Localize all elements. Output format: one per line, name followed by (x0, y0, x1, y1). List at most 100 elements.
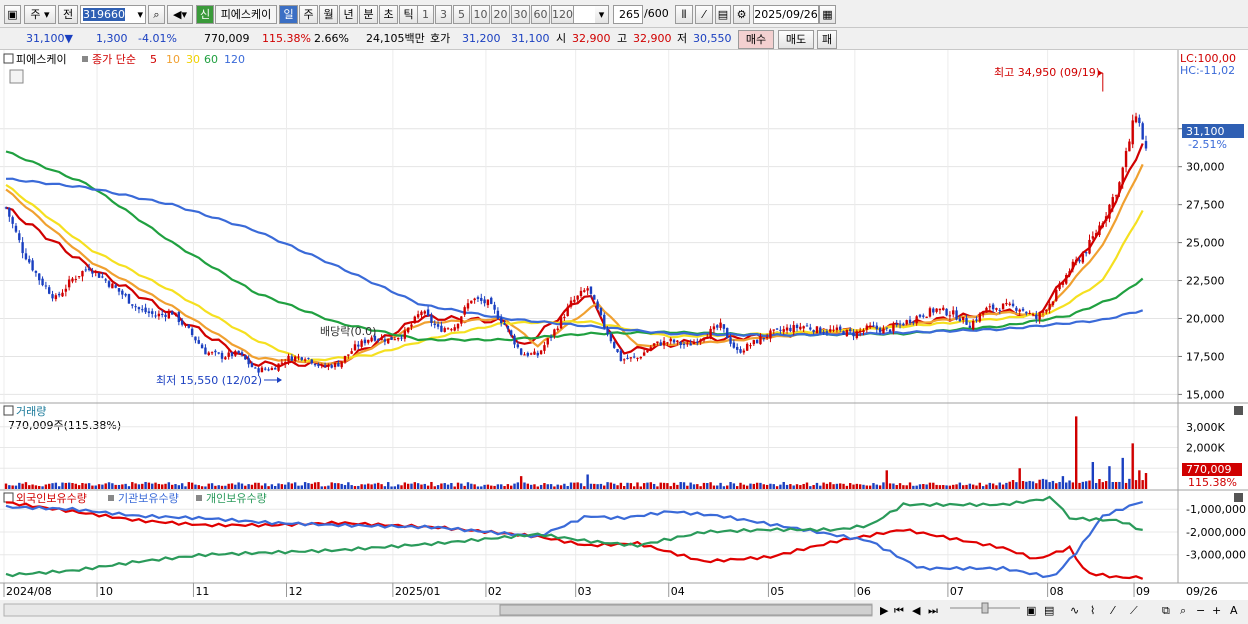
chart-menu-icon[interactable]: ▣ (4, 5, 21, 24)
x-tick-label: 10 (99, 585, 113, 598)
grid-toggle-icon[interactable] (9, 69, 24, 84)
volume-bar (739, 482, 742, 489)
period-tab-0[interactable]: 일 (279, 5, 298, 24)
volume-bar (1101, 482, 1104, 489)
candle-body (848, 329, 852, 332)
candle-body (553, 329, 556, 336)
volume-bar (513, 483, 516, 489)
zoom-handle[interactable] (981, 602, 989, 614)
stock-chart: 피에스케이 종가 단순 5 10 30 60 120 LC:100,00 HC:… (0, 50, 1248, 621)
volume-bar (323, 486, 327, 489)
interval-tab-60[interactable]: 60 (531, 5, 550, 24)
volume-bar (1025, 481, 1028, 489)
period-tab-3[interactable]: 년 (339, 5, 358, 24)
scroll-thumb[interactable] (499, 604, 873, 616)
interval-tab-3[interactable]: 3 (435, 5, 452, 24)
interval-tab-10[interactable]: 10 (471, 5, 490, 24)
scroll-right-icon[interactable]: ▶ (880, 604, 889, 617)
volume-bar (377, 482, 380, 489)
candle-body (124, 294, 127, 296)
candle-body (230, 352, 234, 357)
volume-bar (463, 485, 466, 489)
scroll-end-icon[interactable]: ⏭ (928, 604, 938, 617)
candle-body (646, 350, 649, 353)
interval-tab-30[interactable]: 30 (511, 5, 530, 24)
volume-close-icon[interactable] (1234, 406, 1243, 415)
chart-type-icon[interactable]: ▣ (1026, 604, 1036, 617)
period-tab-5[interactable]: 초 (379, 5, 398, 24)
candle-body (104, 279, 107, 281)
x-tick-label: 12 (289, 585, 303, 598)
scatter-icon[interactable]: ⌇ (1090, 604, 1095, 617)
candle-body (639, 357, 643, 359)
volume-bar (965, 484, 968, 489)
sell-button[interactable]: 매도 (778, 30, 814, 49)
volume-bar (187, 482, 190, 489)
candle-body (533, 351, 536, 355)
scroll-prev-icon[interactable]: ◀ (912, 604, 921, 617)
interval-dropdown-icon[interactable]: ▾ (595, 5, 609, 24)
interval-tab-5[interactable]: 5 (453, 5, 470, 24)
interval-tab-120[interactable]: 120 (551, 5, 574, 24)
extra-button[interactable]: 패 (817, 30, 837, 49)
candle-body (785, 327, 789, 331)
volume-bar (453, 486, 456, 489)
candle-body (519, 348, 523, 355)
type-select[interactable]: 주 ▾ (24, 5, 56, 24)
buy-button[interactable]: 매수 (738, 30, 774, 49)
fib-icon[interactable]: ⟋ (1130, 604, 1138, 617)
volume-bar (789, 484, 792, 489)
volume-bar (918, 484, 922, 489)
save-icon[interactable]: ▤ (715, 5, 731, 24)
period-tab-2[interactable]: 월 (319, 5, 338, 24)
line-tool-icon[interactable]: ⁄ (695, 5, 713, 24)
candle-body (573, 299, 576, 302)
sound-icon[interactable]: ◀▾ (167, 5, 193, 24)
volume-bar (1144, 473, 1148, 489)
date-input[interactable]: 2025/09/26 (753, 5, 819, 24)
period-tab-1[interactable]: 주 (299, 5, 318, 24)
candle-body (832, 329, 835, 331)
calendar-icon[interactable]: ▦ (819, 5, 836, 24)
candle-body (829, 329, 832, 332)
candle-body (682, 343, 686, 346)
legend-ma30: 30 (186, 53, 200, 66)
period-tab-4[interactable]: 분 (359, 5, 378, 24)
stock-code-input[interactable]: 319660 ▾ (80, 5, 146, 24)
volume-bar (1081, 481, 1085, 489)
volume-bar (217, 485, 220, 489)
candle-body (759, 336, 762, 345)
volume-bar (792, 485, 795, 489)
candle-icon[interactable]: ⫴ (675, 5, 693, 24)
candle-body (1084, 252, 1088, 254)
zoom-in-icon[interactable]: + (1212, 604, 1221, 617)
holdings-close-icon[interactable] (1234, 493, 1243, 502)
gear-icon[interactable]: ⚙ (733, 5, 750, 24)
volume-bar (157, 483, 161, 489)
search-icon[interactable]: ⌕ (148, 5, 165, 24)
period-tab-6[interactable]: 틱 (399, 5, 418, 24)
candle-body (97, 272, 101, 278)
candle-body (440, 325, 443, 332)
volume-bar (865, 485, 869, 489)
volume-bar (559, 485, 563, 489)
interval-tab-20[interactable]: 20 (491, 5, 510, 24)
institution-holding-legend: 기관보유수량 (118, 492, 179, 505)
line-chart-icon[interactable]: ∿ (1070, 604, 1079, 617)
prev-button[interactable]: 전 (58, 5, 78, 24)
interval-tab-1[interactable]: 1 (417, 5, 434, 24)
bar-chart-icon[interactable]: ▤ (1044, 604, 1054, 617)
zoom-icon[interactable]: ⌕ (1180, 604, 1186, 617)
font-size-icon[interactable]: A (1230, 604, 1238, 617)
count-input[interactable]: 265 (613, 5, 643, 24)
volume-bar (855, 483, 859, 489)
stock-name: 피에스케이 (215, 5, 277, 24)
volume-bar (845, 485, 849, 489)
candle-body (868, 325, 872, 328)
candle-body (579, 290, 583, 297)
scroll-start-icon[interactable]: ⏮ (894, 604, 904, 617)
copy-icon[interactable]: ⧉ (1162, 604, 1170, 617)
volume-bar (340, 483, 343, 489)
zoom-out-icon[interactable]: − (1196, 604, 1205, 617)
volume-bar (347, 482, 350, 489)
